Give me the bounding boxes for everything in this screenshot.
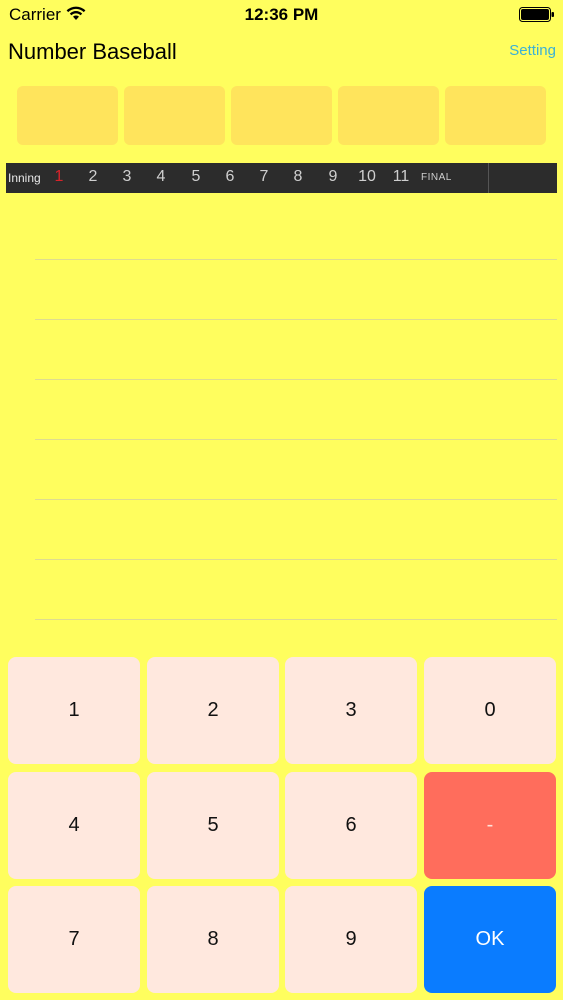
digit-slot-2 — [124, 86, 225, 145]
history-row-divider — [35, 439, 557, 440]
status-bar: Carrier 12:36 PM — [0, 0, 563, 30]
inning-6: 6 — [225, 168, 235, 185]
number-keypad: 1 2 3 0 4 5 6 - 7 8 9 OK — [8, 657, 556, 994]
guess-history-list — [35, 194, 557, 634]
inning-2: 2 — [88, 168, 98, 185]
digit-slot-5 — [445, 86, 546, 145]
inning-label: Inning — [8, 171, 41, 185]
inning-11: 11 — [392, 168, 410, 185]
key-ok[interactable]: OK — [424, 886, 556, 993]
inning-scoreboard: Inning 1 2 3 4 5 6 7 8 9 10 11 FINAL — [6, 163, 557, 193]
key-4[interactable]: 4 — [8, 772, 140, 879]
battery-icon — [519, 7, 554, 22]
key-3[interactable]: 3 — [285, 657, 417, 764]
history-row-divider — [35, 379, 557, 380]
inning-9: 9 — [328, 168, 338, 185]
key-6[interactable]: 6 — [285, 772, 417, 879]
key-7[interactable]: 7 — [8, 886, 140, 993]
inning-7: 7 — [259, 168, 269, 185]
inning-divider — [488, 163, 489, 193]
history-row-divider — [35, 619, 557, 620]
inning-4: 4 — [156, 168, 166, 185]
digit-slot-1 — [17, 86, 118, 145]
inning-1: 1 — [54, 168, 64, 185]
key-delete[interactable]: - — [424, 772, 556, 879]
inning-3: 3 — [122, 168, 132, 185]
key-8[interactable]: 8 — [147, 886, 279, 993]
inning-10: 10 — [358, 168, 376, 185]
key-2[interactable]: 2 — [147, 657, 279, 764]
history-row-divider — [35, 559, 557, 560]
history-row-divider — [35, 319, 557, 320]
digit-slots — [17, 86, 547, 146]
clock: 12:36 PM — [244, 5, 319, 24]
page-title: Number Baseball — [8, 39, 177, 64]
history-row-divider — [35, 259, 557, 260]
inning-5: 5 — [191, 168, 201, 185]
final-label: FINAL — [421, 172, 452, 183]
key-0[interactable]: 0 — [424, 657, 556, 764]
history-row-divider — [35, 499, 557, 500]
inning-8: 8 — [293, 168, 303, 185]
key-5[interactable]: 5 — [147, 772, 279, 879]
setting-button[interactable]: Setting — [509, 42, 556, 59]
key-9[interactable]: 9 — [285, 886, 417, 993]
digit-slot-4 — [338, 86, 439, 145]
key-1[interactable]: 1 — [8, 657, 140, 764]
digit-slot-3 — [231, 86, 332, 145]
